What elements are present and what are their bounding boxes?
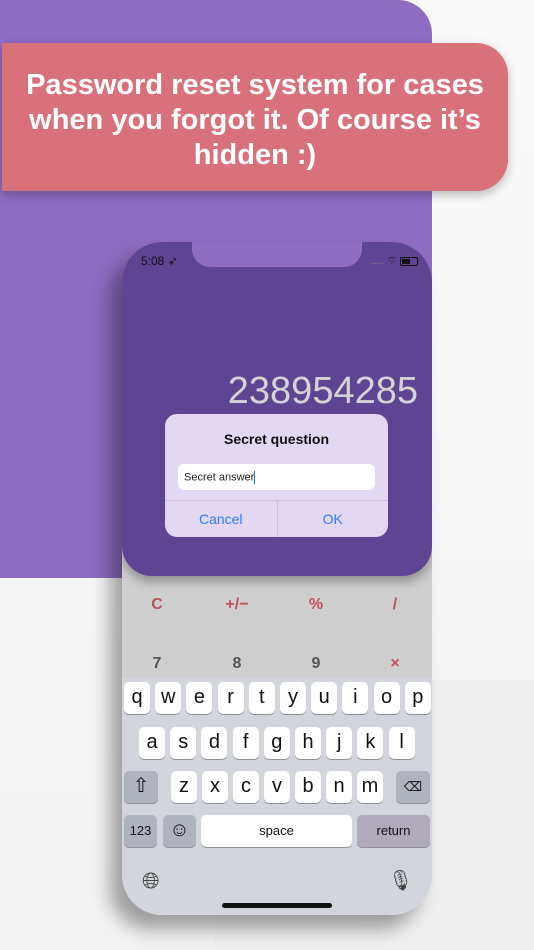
calc-button[interactable]: % [296, 596, 336, 614]
text-caret [254, 471, 256, 484]
time-label: 5:08 [141, 254, 165, 268]
key-w[interactable]: w [155, 682, 182, 714]
calc-button[interactable]: 8 [217, 655, 257, 673]
key-j[interactable]: j [326, 727, 353, 759]
calc-button[interactable]: C [137, 596, 177, 614]
numbers-key[interactable]: 123 [124, 815, 157, 847]
notch [192, 242, 362, 267]
calculator-display: 238954285 [227, 370, 418, 412]
key-i[interactable]: i [342, 682, 369, 714]
key-o[interactable]: o [373, 682, 400, 714]
calculator-display-area: 5:08 ➶ .... ⌔ 238954285 Secret question … [122, 242, 432, 576]
secret-answer-input[interactable]: Secret answer [178, 464, 375, 490]
space-key[interactable]: space [201, 815, 352, 847]
location-arrow-icon: ➶ [167, 254, 178, 268]
delete-key-icon[interactable]: ⌫ [396, 771, 430, 803]
cancel-button[interactable]: Cancel [165, 500, 277, 537]
phone-frame: 5:08 ➶ .... ⌔ 238954285 Secret question … [122, 242, 432, 915]
key-m[interactable]: m [357, 771, 383, 803]
key-e[interactable]: e [186, 682, 213, 714]
key-x[interactable]: x [202, 771, 228, 803]
return-key[interactable]: return [357, 815, 430, 847]
key-c[interactable]: c [233, 771, 259, 803]
key-t[interactable]: t [248, 682, 275, 714]
key-g[interactable]: g [263, 727, 290, 759]
key-l[interactable]: l [388, 727, 415, 759]
key-d[interactable]: d [201, 727, 228, 759]
key-f[interactable]: f [232, 727, 259, 759]
key-s[interactable]: s [170, 727, 197, 759]
key-u[interactable]: u [311, 682, 338, 714]
wifi-icon: ⌔ [386, 255, 397, 267]
input-value: Secret answer [184, 471, 255, 484]
key-p[interactable]: p [404, 682, 431, 714]
promo-banner: Password reset system for cases when you… [2, 43, 508, 191]
key-n[interactable]: n [326, 771, 352, 803]
status-icons: .... ⌔ [371, 254, 418, 268]
calc-button[interactable]: 9 [296, 655, 336, 673]
key-q[interactable]: q [124, 682, 150, 714]
calc-button[interactable]: +/− [217, 596, 257, 614]
battery-icon [400, 256, 418, 266]
secret-question-dialog: Secret question Secret answer Cancel OK [165, 414, 388, 537]
signal-icon: .... [371, 255, 384, 267]
globe-icon[interactable]: 🌐︎ [142, 868, 160, 894]
key-y[interactable]: y [280, 682, 306, 714]
key-k[interactable]: k [357, 727, 384, 759]
key-z[interactable]: z [171, 771, 197, 803]
status-time: 5:08 ➶ [141, 254, 178, 268]
home-indicator [222, 903, 332, 908]
ok-button[interactable]: OK [276, 500, 388, 537]
key-r[interactable]: r [217, 682, 244, 714]
microphone-icon[interactable]: 🎙︎ [388, 868, 413, 893]
shift-key-icon[interactable]: ⇧ [124, 771, 158, 803]
key-b[interactable]: b [295, 771, 321, 803]
emoji-key-icon[interactable]: ☺ [163, 815, 196, 847]
key-h[interactable]: h [295, 727, 321, 759]
keyboard: q w e r t y u i o p a s d f g h j k l ⇧ z x c v b n m ⌫ 123 ☺ space ret… [122, 678, 432, 915]
key-a[interactable]: a [139, 727, 165, 759]
calc-button[interactable]: 7 [137, 655, 177, 673]
calc-button[interactable]: × [375, 655, 415, 673]
calc-button[interactable]: / [375, 596, 415, 614]
dialog-title: Secret question [223, 431, 330, 447]
key-v[interactable]: v [264, 771, 290, 803]
